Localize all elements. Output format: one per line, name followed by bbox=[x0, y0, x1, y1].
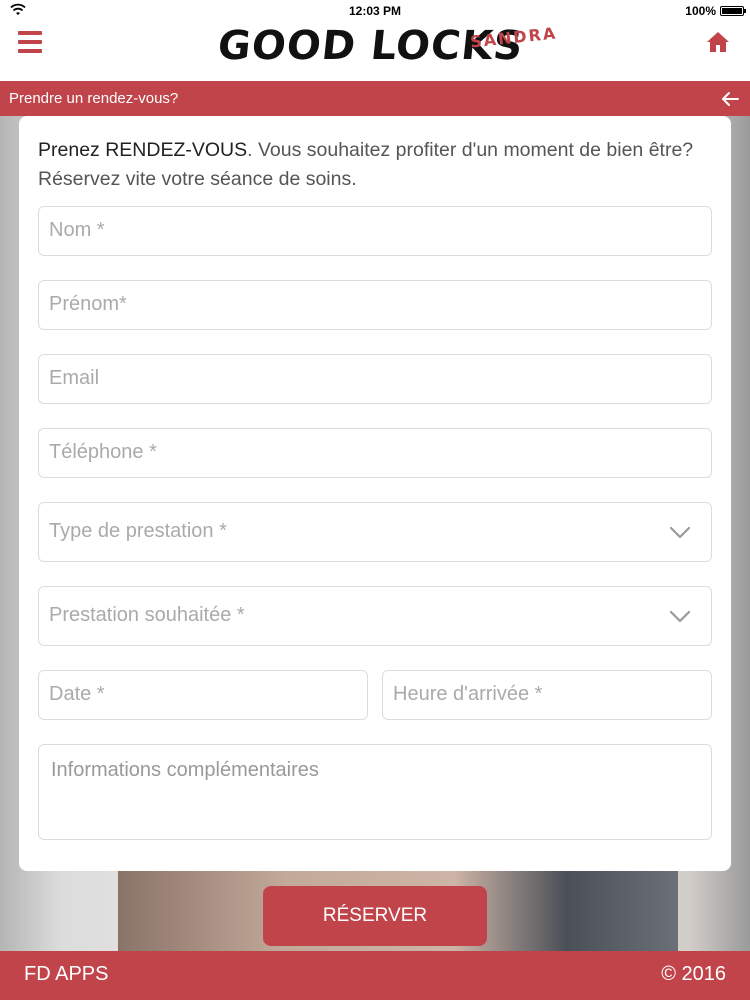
status-bar: 12:03 PM 100% bbox=[0, 0, 750, 22]
date-placeholder: Date * bbox=[49, 683, 105, 705]
informations-placeholder: Informations complémentaires bbox=[51, 759, 319, 781]
prenom-placeholder: Prénom* bbox=[49, 293, 127, 315]
title-bar: Prendre un rendez-vous? bbox=[0, 81, 750, 116]
prestation-souhaitee-select[interactable]: Prestation souhaitée * bbox=[38, 586, 712, 646]
informations-textarea[interactable]: Informations complémentaires bbox=[38, 744, 712, 840]
menu-icon[interactable] bbox=[18, 31, 42, 53]
status-time: 12:03 PM bbox=[348, 4, 402, 18]
logo: GOOD LOCKS SANDRA bbox=[216, 20, 558, 72]
type-prestation-select[interactable]: Type de prestation * bbox=[38, 502, 712, 562]
telephone-field[interactable]: Téléphone * bbox=[38, 428, 712, 478]
email-field[interactable]: Email bbox=[38, 354, 712, 404]
heure-placeholder: Heure d'arrivée * bbox=[393, 683, 543, 705]
prestation-souhaitee-placeholder: Prestation souhaitée * bbox=[49, 604, 245, 626]
home-icon[interactable] bbox=[706, 30, 730, 54]
nom-field[interactable]: Nom * bbox=[38, 206, 712, 256]
prenom-field[interactable]: Prénom* bbox=[38, 280, 712, 330]
intro-strong: Prenez RENDEZ-VOUS bbox=[38, 139, 248, 161]
heure-field[interactable]: Heure d'arrivée * bbox=[382, 670, 712, 720]
chevron-down-icon bbox=[669, 526, 691, 539]
nom-placeholder: Nom * bbox=[49, 219, 105, 241]
type-prestation-placeholder: Type de prestation * bbox=[49, 520, 227, 542]
back-arrow-icon[interactable] bbox=[720, 89, 740, 109]
footer: FD APPS © 2016 bbox=[0, 951, 750, 1000]
intro-text: Prenez RENDEZ-VOUS. Vous souhaitez profi… bbox=[38, 136, 718, 194]
chevron-down-icon bbox=[669, 610, 691, 623]
date-field[interactable]: Date * bbox=[38, 670, 368, 720]
reserve-button[interactable]: RÉSERVER bbox=[263, 886, 487, 946]
app-header: GOOD LOCKS SANDRA bbox=[0, 22, 750, 81]
battery-icon bbox=[720, 6, 746, 16]
email-placeholder: Email bbox=[49, 367, 100, 389]
booking-form-card: Prenez RENDEZ-VOUS. Vous souhaitez profi… bbox=[19, 116, 731, 871]
telephone-placeholder: Téléphone * bbox=[49, 441, 157, 463]
page-title: Prendre un rendez-vous? bbox=[9, 90, 179, 107]
footer-copyright: © 2016 bbox=[661, 963, 726, 985]
footer-brand: FD APPS bbox=[24, 963, 109, 985]
battery-percent: 100% bbox=[685, 4, 716, 18]
